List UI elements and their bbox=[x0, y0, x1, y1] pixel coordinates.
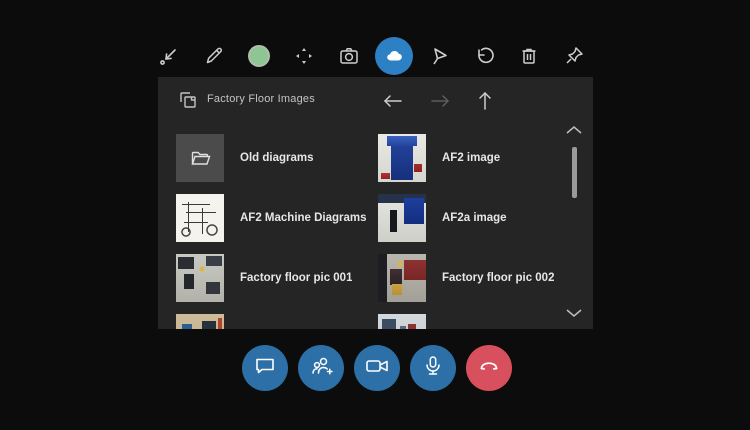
flag-icon bbox=[428, 45, 450, 67]
file-item-af2-machine-diagrams[interactable]: AF2 Machine Diagrams alt... bbox=[176, 188, 378, 248]
scroll-down-button[interactable] bbox=[561, 304, 587, 322]
file-label: AF2 image bbox=[442, 152, 500, 164]
undo-icon bbox=[473, 45, 495, 67]
add-participant-button[interactable] bbox=[298, 345, 344, 391]
call-controls-bar bbox=[242, 345, 512, 391]
file-label: AF2 Machine Diagrams alt... bbox=[240, 212, 370, 224]
arrow-place-icon bbox=[158, 45, 180, 67]
ink-tool-button[interactable] bbox=[197, 39, 231, 73]
add-participant-icon bbox=[308, 353, 334, 384]
folder-thumbnail bbox=[176, 134, 224, 182]
video-camera-icon bbox=[364, 353, 390, 384]
onedrive-cloud-icon bbox=[382, 44, 406, 68]
pin-button[interactable] bbox=[557, 39, 591, 73]
pin-icon bbox=[563, 45, 585, 67]
undo-button[interactable] bbox=[467, 39, 501, 73]
image-thumbnail bbox=[378, 134, 426, 182]
file-item-factory-floor-pic-001[interactable]: Factory floor pic 001 bbox=[176, 248, 378, 308]
arrow-tool-button[interactable] bbox=[152, 39, 186, 73]
chevron-up-icon bbox=[565, 125, 583, 135]
onedrive-files-button[interactable] bbox=[375, 37, 413, 75]
file-item-factory-floor-pic-002[interactable]: Factory floor pic 002 bbox=[378, 248, 580, 308]
file-item-partial-row[interactable] bbox=[176, 308, 378, 329]
move-tool-button[interactable] bbox=[287, 39, 321, 73]
back-button[interactable] bbox=[380, 90, 406, 112]
camera-icon bbox=[338, 45, 360, 67]
end-call-button[interactable] bbox=[466, 345, 512, 391]
trash-icon bbox=[518, 45, 540, 67]
file-browser-panel: Factory Floor Images bbox=[158, 77, 593, 329]
photo-capture-button[interactable] bbox=[332, 39, 366, 73]
video-button[interactable] bbox=[354, 345, 400, 391]
chevron-down-icon bbox=[565, 308, 583, 318]
chat-button[interactable] bbox=[242, 345, 288, 391]
pointer-tool-button[interactable] bbox=[422, 39, 456, 73]
chat-icon bbox=[253, 354, 277, 383]
color-swatch-icon bbox=[248, 45, 270, 67]
pencil-icon bbox=[203, 45, 225, 67]
file-grid: Old diagrams AF2 image AF2 Machine Diagr… bbox=[176, 128, 580, 329]
color-picker-button[interactable] bbox=[242, 39, 276, 73]
image-thumbnail bbox=[176, 314, 224, 329]
annotation-toolbar bbox=[152, 37, 591, 75]
remote-assist-app: Factory Floor Images bbox=[0, 0, 750, 430]
scrollbar-thumb[interactable] bbox=[572, 147, 577, 198]
up-level-button[interactable] bbox=[472, 90, 498, 112]
image-thumbnail bbox=[378, 314, 426, 329]
image-thumbnail bbox=[378, 194, 426, 242]
file-label: Old diagrams bbox=[240, 152, 314, 164]
forward-button[interactable] bbox=[427, 90, 453, 112]
file-browser-header: Factory Floor Images bbox=[158, 77, 593, 123]
delete-button[interactable] bbox=[512, 39, 546, 73]
file-label: Factory floor pic 002 bbox=[442, 272, 554, 284]
microphone-icon bbox=[421, 354, 445, 383]
image-thumbnail bbox=[378, 254, 426, 302]
scroll-up-button[interactable] bbox=[561, 121, 587, 139]
move-dots-icon bbox=[294, 46, 314, 66]
mic-button[interactable] bbox=[410, 345, 456, 391]
image-thumbnail bbox=[176, 194, 224, 242]
file-label: AF2a image bbox=[442, 212, 507, 224]
file-item-old-diagrams[interactable]: Old diagrams bbox=[176, 128, 378, 188]
file-item-af2-image[interactable]: AF2 image bbox=[378, 128, 580, 188]
end-call-icon bbox=[476, 353, 502, 384]
image-thumbnail bbox=[176, 254, 224, 302]
folder-breadcrumb-title: Factory Floor Images bbox=[207, 93, 315, 105]
folder-icon bbox=[189, 147, 211, 169]
file-label: Factory floor pic 001 bbox=[240, 272, 352, 284]
file-item-partial-row[interactable] bbox=[378, 308, 580, 329]
file-browser-icon bbox=[177, 89, 199, 116]
file-item-af2a-image[interactable]: AF2a image bbox=[378, 188, 580, 248]
